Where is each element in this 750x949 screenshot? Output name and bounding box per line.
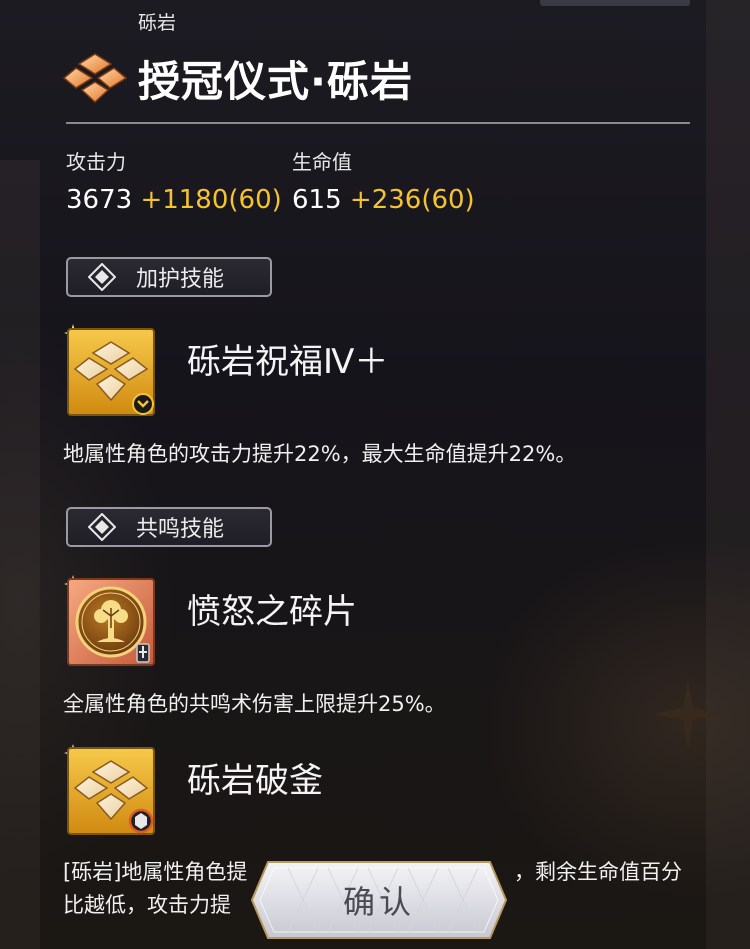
skill-1-description: 地属性角色的攻击力提升22%，最大生命值提升22%。 [63, 442, 577, 466]
hp-label: 生命值 [292, 150, 352, 174]
page-title: 授冠仪式·砾岩 [138, 56, 413, 106]
section-resonance-label: 共鸣技能 [136, 517, 225, 542]
background-pillar-left [0, 160, 40, 949]
hp-value: 615 +236(60) [292, 185, 475, 215]
tree-medallion-icon [67, 578, 155, 666]
confirm-label: 确认 [342, 883, 415, 921]
confirm-button[interactable]: 确认 [248, 858, 510, 942]
skill-2-name: 愤怒之碎片 [187, 592, 357, 632]
skill-3-description-line1-start: [砾岩]地属性角色提 [63, 860, 248, 884]
section-resonance-skill: 共鸣技能 [66, 507, 272, 547]
skill-3-description-line1-end: ，剩余生命值百分 [514, 860, 682, 884]
hp-bonus: +236(60) [349, 185, 475, 215]
skill-2-description: 全属性角色的共鸣术伤害上限提升25%。 [63, 692, 446, 716]
top-tab-handle [540, 0, 690, 6]
geo-emblem-icon [67, 747, 155, 835]
sparkle-icon [652, 678, 724, 750]
attack-label: 攻击力 [66, 150, 126, 174]
geo-emblem-icon [62, 53, 128, 104]
geo-emblem-icon [67, 328, 155, 416]
title-divider [66, 122, 690, 124]
section-protection-skill: 加护技能 [66, 257, 272, 297]
attack-base: 3673 [66, 185, 133, 215]
background-pillar-right [706, 0, 750, 949]
attack-bonus: +1180(60) [140, 185, 282, 215]
skill-3-description-line2: 比越低，攻击力提 [63, 893, 231, 917]
skill-2-icon[interactable] [67, 578, 155, 666]
diamond-rune-icon [88, 513, 116, 541]
hp-base: 615 [292, 185, 342, 215]
skill-3-icon[interactable] [67, 747, 155, 835]
diamond-rune-icon [88, 263, 116, 291]
attack-value: 3673 +1180(60) [66, 185, 282, 215]
attack-stat: 攻击力 3673 +1180(60) [66, 146, 282, 215]
hp-stat: 生命值 615 +236(60) [292, 146, 475, 215]
element-label: 砾岩 [138, 12, 177, 34]
skill-1-name: 砾岩祝福Ⅳ＋ [187, 342, 389, 382]
title-row: 授冠仪式·砾岩 [62, 46, 413, 110]
skill-1-icon[interactable] [67, 328, 155, 416]
skill-3-name: 砾岩破釜 [187, 761, 323, 801]
section-protection-label: 加护技能 [136, 267, 225, 292]
